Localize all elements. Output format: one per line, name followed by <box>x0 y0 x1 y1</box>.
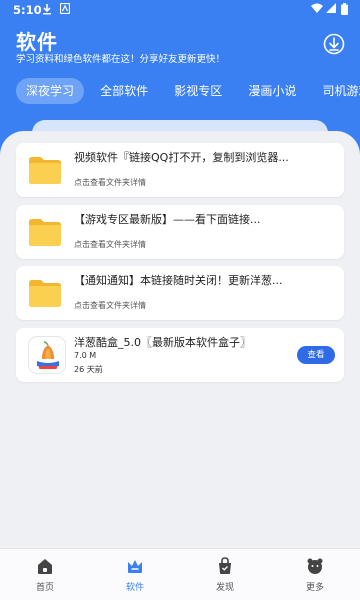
folder-icon <box>29 219 61 246</box>
category-tabs: 深夜学习 全部软件 影视专区 漫画小说 司机游戏 环游 <box>16 78 360 106</box>
folder-title: 视频软件『链接QQ打不开，复制到浏览器... <box>74 151 289 164</box>
onion-app-icon <box>28 336 66 374</box>
folder-subtitle: 点击查看文件夹详情 <box>74 301 146 310</box>
signal-icon <box>326 3 336 13</box>
folder-subtitle: 点击查看文件夹详情 <box>74 178 146 187</box>
tab-driver-games[interactable]: 司机游戏 <box>312 78 360 104</box>
app-date: 26 天前 <box>74 365 103 374</box>
tab-comics-novels[interactable]: 漫画小说 <box>238 78 306 104</box>
folder-card[interactable]: 【游戏专区最新版】——看下面链接... 点击查看文件夹详情 <box>16 205 344 259</box>
app-title: 洋葱酷盒_5.0〖最新版本软件盒子〗 <box>74 336 251 349</box>
notification-status-icon <box>60 3 70 14</box>
folder-title: 【通知通知】本链接随时关闭！更新洋葱... <box>74 274 283 287</box>
nav-label-software: 软件 <box>125 583 144 593</box>
nav-label-more: 更多 <box>305 583 324 593</box>
folder-icon <box>29 280 61 307</box>
folder-subtitle: 点击查看文件夹详情 <box>74 240 146 249</box>
bottom-nav: 首页 软件 发现 更多 <box>0 548 360 600</box>
app-card[interactable]: 洋葱酷盒_5.0〖最新版本软件盒子〗 7.0 M 26 天前 查看 <box>16 328 344 382</box>
folder-icon <box>29 157 61 184</box>
app-size: 7.0 M <box>74 351 97 360</box>
wifi-icon <box>311 3 323 13</box>
nav-item-more[interactable]: 更多 <box>285 557 345 593</box>
tab-video-zone[interactable]: 影视专区 <box>164 78 232 104</box>
nav-item-home[interactable]: 首页 <box>15 557 75 593</box>
nav-item-discover[interactable]: 发现 <box>195 557 255 593</box>
view-button[interactable]: 查看 <box>297 346 335 364</box>
more-icon <box>307 558 323 574</box>
tab-all-software[interactable]: 全部软件 <box>90 78 158 104</box>
folder-card[interactable]: 视频软件『链接QQ打不开，复制到浏览器... 点击查看文件夹详情 <box>16 143 344 197</box>
bag-icon <box>219 557 231 574</box>
home-icon <box>38 559 52 574</box>
battery-icon <box>341 3 348 15</box>
download-status-icon <box>43 4 51 15</box>
status-time: 5:10 <box>13 3 42 17</box>
folder-title: 【游戏专区最新版】——看下面链接... <box>74 213 261 226</box>
tab-deep-night-study[interactable]: 深夜学习 <box>16 78 85 104</box>
nav-item-software[interactable]: 软件 <box>105 557 165 593</box>
status-bar: 5:10 <box>0 0 360 20</box>
download-icon[interactable] <box>323 33 345 55</box>
nav-label-home: 首页 <box>35 583 54 593</box>
crown-icon <box>128 560 142 573</box>
page-subtitle: 学习资料和绿色软件都在这！分享好友更新更快！ <box>16 54 226 65</box>
folder-card[interactable]: 【通知通知】本链接随时关闭！更新洋葱... 点击查看文件夹详情 <box>16 266 344 320</box>
nav-label-discover: 发现 <box>215 583 234 593</box>
